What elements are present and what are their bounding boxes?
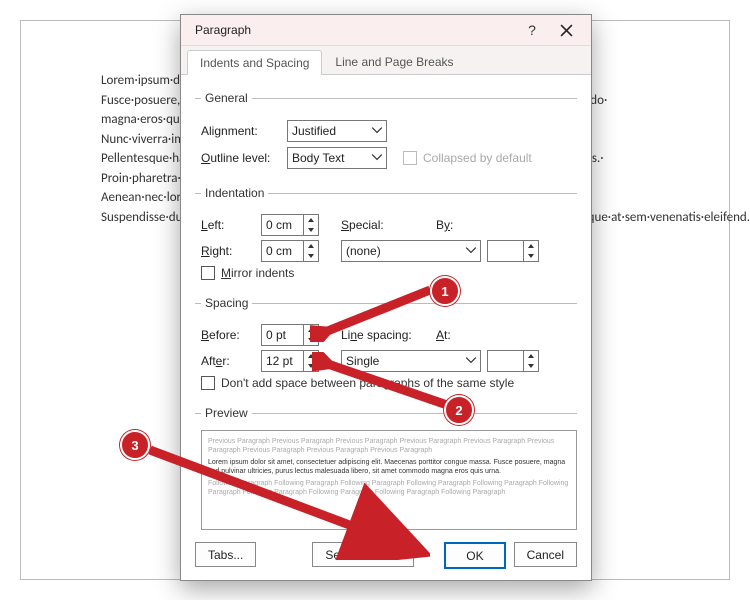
alignment-select[interactable]: Justified xyxy=(287,120,387,142)
help-button[interactable]: ? xyxy=(515,19,549,41)
collapsed-checkbox: Collapsed by default xyxy=(403,151,532,165)
chevron-down-icon xyxy=(371,124,383,136)
spacing-before-spin[interactable]: 0 pt xyxy=(261,324,319,346)
tabs-button[interactable]: Tabs... xyxy=(195,542,256,567)
dialog-title: Paragraph xyxy=(189,23,515,37)
cancel-button[interactable]: Cancel xyxy=(514,542,577,567)
spin-up-icon[interactable] xyxy=(304,351,318,361)
mirror-indents-checkbox[interactable]: Mirror indents xyxy=(201,266,577,280)
legend-indentation: Indentation xyxy=(201,186,268,200)
dialog-tabs: Indents and Spacing Line and Page Breaks xyxy=(181,46,591,75)
outline-level-select[interactable]: Body Text xyxy=(287,147,387,169)
spin-up-icon[interactable] xyxy=(304,215,318,225)
indent-by-spin[interactable] xyxy=(487,240,539,262)
tab-indents-spacing[interactable]: Indents and Spacing xyxy=(187,50,322,75)
dialog-button-row: Tabs... Set As Default OK Cancel xyxy=(195,542,577,569)
spin-down-icon[interactable] xyxy=(304,361,318,371)
spacing-at-label: At: xyxy=(436,328,492,342)
dont-add-space-checkbox[interactable]: Don't add space between paragraphs of th… xyxy=(201,376,577,390)
indent-left-spin[interactable]: 0 cm xyxy=(261,214,319,236)
close-icon xyxy=(560,24,573,37)
spin-down-icon[interactable] xyxy=(304,251,318,261)
ok-button[interactable]: OK xyxy=(444,542,505,569)
spin-up-icon[interactable] xyxy=(304,241,318,251)
help-icon: ? xyxy=(528,22,536,38)
outline-level-label: Outline level: xyxy=(201,151,281,165)
indent-by-label: By: xyxy=(436,218,492,232)
spin-down-icon[interactable] xyxy=(304,225,318,235)
annotation-badge-1: 1 xyxy=(430,276,460,306)
group-preview: Preview Previous Paragraph Previous Para… xyxy=(195,406,577,532)
indent-special-label: Special: xyxy=(341,218,436,232)
alignment-label: Alignment: xyxy=(201,124,281,138)
close-button[interactable] xyxy=(549,19,583,41)
legend-general: General xyxy=(201,91,252,105)
spacing-after-label: After: xyxy=(201,354,261,368)
paragraph-dialog: Paragraph ? Indents and Spacing Line and… xyxy=(180,14,592,581)
spin-down-icon[interactable] xyxy=(524,251,538,261)
legend-preview: Preview xyxy=(201,406,252,420)
spin-up-icon[interactable] xyxy=(524,351,538,361)
indent-left-label: Left: xyxy=(201,218,261,232)
indent-right-spin[interactable]: 0 cm xyxy=(261,240,319,262)
annotation-badge-3: 3 xyxy=(120,430,150,460)
dialog-titlebar: Paragraph ? xyxy=(181,15,591,46)
spin-up-icon[interactable] xyxy=(304,325,318,335)
group-spacing: Spacing Before: 0 pt Line spacing: At: A… xyxy=(195,296,577,396)
group-indentation: Indentation Left: 0 cm Special: By: Righ… xyxy=(195,186,577,286)
line-spacing-select[interactable]: Single xyxy=(341,350,481,372)
spin-up-icon[interactable] xyxy=(524,241,538,251)
spacing-at-spin[interactable] xyxy=(487,350,539,372)
annotation-badge-2: 2 xyxy=(444,395,474,425)
chevron-down-icon xyxy=(371,151,383,163)
preview-box: Previous Paragraph Previous Paragraph Pr… xyxy=(201,430,577,530)
indent-right-label: Right: xyxy=(201,244,261,258)
line-spacing-label: Line spacing: xyxy=(341,328,436,342)
spacing-after-spin[interactable]: 12 pt xyxy=(261,350,319,372)
indent-special-select[interactable]: (none) xyxy=(341,240,481,262)
set-as-default-button[interactable]: Set As Default xyxy=(312,542,414,567)
spacing-before-label: Before: xyxy=(201,328,261,342)
group-general: General Alignment: Justified Outline lev… xyxy=(195,91,577,176)
spin-down-icon[interactable] xyxy=(524,361,538,371)
chevron-down-icon xyxy=(465,354,477,366)
spin-down-icon[interactable] xyxy=(304,335,318,345)
chevron-down-icon xyxy=(465,244,477,256)
legend-spacing: Spacing xyxy=(201,296,252,310)
tab-line-page-breaks[interactable]: Line and Page Breaks xyxy=(322,49,466,74)
